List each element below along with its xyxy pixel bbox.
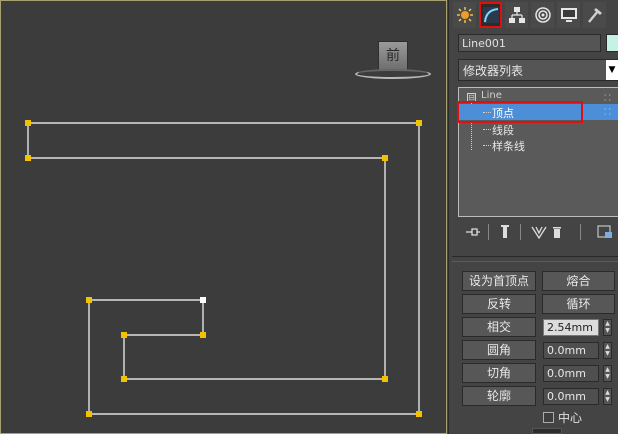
display-monitor-icon <box>560 8 577 22</box>
spline-vertex[interactable] <box>121 332 127 338</box>
spline-vertex[interactable] <box>382 376 388 382</box>
stack-item-spline[interactable]: 样条线 <box>459 137 618 153</box>
tree-branch <box>483 112 491 113</box>
configure-icon <box>597 225 612 238</box>
grip-dots-icon: ·· ·· <box>603 105 613 119</box>
spline-vertex[interactable] <box>86 411 92 417</box>
show-end-result-button[interactable] <box>496 224 514 240</box>
spline-vertex[interactable] <box>200 332 206 338</box>
viewcube-front-face[interactable]: 前 <box>378 41 408 71</box>
end-result-icon <box>501 225 509 238</box>
line001-spline[interactable] <box>27 122 420 415</box>
stack-toolbar <box>458 222 618 242</box>
outline-button[interactable]: 轮廓 <box>462 386 536 406</box>
motion-icon <box>534 7 551 23</box>
utilities-hammer-icon <box>587 8 602 23</box>
cycle-button[interactable]: 循环 <box>542 294 615 314</box>
tab-motion[interactable] <box>531 2 554 28</box>
modifier-stack[interactable]: ⊟ Line ·· ·· 顶点 ·· ·· 线段 样条线 <box>458 87 618 217</box>
modifier-list-dropdown[interactable]: 修改器列表 ▼ <box>458 59 618 81</box>
spline-vertex[interactable] <box>416 411 422 417</box>
object-name-field[interactable]: Line001 <box>458 34 601 52</box>
spline-vertex[interactable] <box>416 120 422 126</box>
center-label: 中心 <box>558 411 583 425</box>
viewcube-compass-ring[interactable] <box>355 69 431 79</box>
tab-create[interactable] <box>453 2 476 28</box>
modifier-list-label: 修改器列表 <box>463 64 524 78</box>
trash-icon <box>553 227 561 238</box>
fillet-spinner[interactable]: ▲ ▼ <box>603 342 612 359</box>
center-option[interactable]: 中心 <box>543 409 582 426</box>
spline-vertex[interactable] <box>25 120 31 126</box>
pin-icon <box>466 228 480 236</box>
panel-divider <box>452 256 618 262</box>
panel-scroll-thumb[interactable] <box>532 428 562 434</box>
toolbar-separator <box>580 224 581 240</box>
fuse-button[interactable]: 熔合 <box>542 271 615 291</box>
modify-arc-icon <box>482 7 499 23</box>
front-viewport[interactable]: 前 <box>0 0 447 434</box>
fillet-button[interactable]: 圆角 <box>462 340 536 360</box>
tab-hierarchy[interactable] <box>505 2 528 28</box>
fillet-value-field[interactable]: 0.0mm <box>543 342 599 359</box>
tree-branch <box>483 129 491 130</box>
stack-root-label: Line <box>481 90 502 101</box>
spline-vertex[interactable] <box>382 155 388 161</box>
make-first-vertex-button[interactable]: 设为首顶点 <box>462 271 536 291</box>
toolbar-separator <box>520 224 521 240</box>
collapse-toggle-icon[interactable]: ⊟ <box>467 93 476 102</box>
create-sun-icon <box>456 7 473 23</box>
stack-item-label: 顶点 <box>492 107 514 120</box>
hierarchy-icon <box>508 7 525 23</box>
stack-item-segment[interactable]: 线段 <box>459 121 618 137</box>
spline-vertex[interactable] <box>121 376 127 382</box>
selected-vertex[interactable] <box>200 297 206 303</box>
grip-dots-icon: ·· ·· <box>603 91 613 105</box>
stack-item-label: 线段 <box>492 124 514 137</box>
viewcube[interactable]: 前 <box>355 39 431 83</box>
command-panel-tabs <box>453 2 606 28</box>
object-color-swatch[interactable] <box>606 34 618 52</box>
outline-value-field[interactable]: 0.0mm <box>543 388 599 405</box>
outline-spinner[interactable]: ▲ ▼ <box>603 388 612 405</box>
make-unique-icon <box>531 226 547 239</box>
chamfer-value-field[interactable]: 0.0mm <box>543 365 599 382</box>
stack-item-vertex[interactable]: 顶点 ·· ·· <box>459 104 618 120</box>
configure-sets-button[interactable] <box>596 224 614 240</box>
stack-item-label: 样条线 <box>492 140 525 153</box>
tab-display[interactable] <box>557 2 580 28</box>
pin-stack-button[interactable] <box>464 224 482 240</box>
intersect-button[interactable]: 相交 <box>462 317 536 337</box>
center-checkbox[interactable] <box>543 412 554 423</box>
intersect-value-field[interactable]: 2.54mm <box>543 319 599 336</box>
remove-modifier-button[interactable] <box>548 224 566 240</box>
tree-branch <box>483 145 491 146</box>
spline-vertex[interactable] <box>25 155 31 161</box>
make-unique-button[interactable] <box>530 224 548 240</box>
tab-utilities[interactable] <box>583 2 606 28</box>
intersect-spinner[interactable]: ▲ ▼ <box>603 319 612 336</box>
spline-vertex[interactable] <box>86 297 92 303</box>
toolbar-separator <box>488 224 489 240</box>
chamfer-button[interactable]: 切角 <box>462 363 536 383</box>
reverse-button[interactable]: 反转 <box>462 294 536 314</box>
chamfer-spinner[interactable]: ▲ ▼ <box>603 365 612 382</box>
chevron-down-icon[interactable]: ▼ <box>606 60 618 80</box>
tab-modify[interactable] <box>479 2 502 28</box>
